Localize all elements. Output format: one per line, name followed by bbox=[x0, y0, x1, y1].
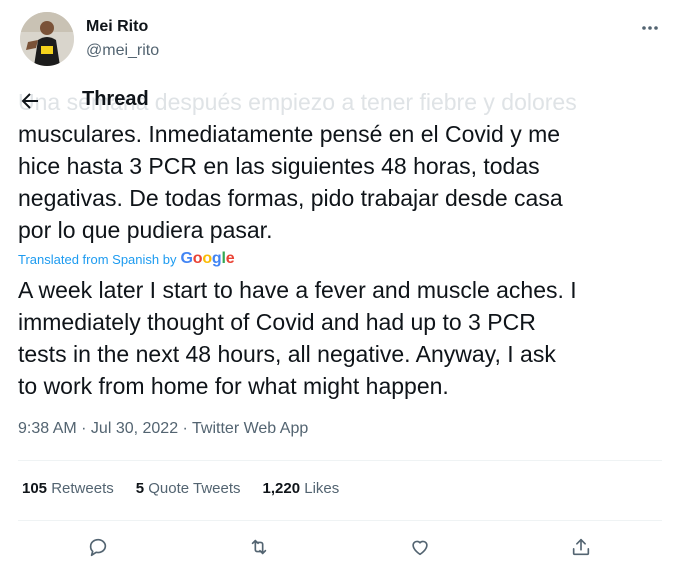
google-logo: Google bbox=[180, 250, 235, 267]
heart-icon[interactable] bbox=[407, 534, 433, 560]
translation-line: immediately thought of Covid and had up … bbox=[18, 309, 536, 335]
likes-count: 1,220 bbox=[262, 480, 301, 497]
share-icon[interactable] bbox=[568, 534, 594, 560]
original-line: musculares. Inmediatamente pensé en el C… bbox=[18, 121, 561, 147]
quotes-label: Quote Tweets bbox=[148, 480, 241, 497]
page-title: Thread bbox=[82, 88, 149, 110]
translation-line: A week later I start to have a fever and… bbox=[18, 277, 577, 303]
quotes-count: 5 bbox=[135, 480, 145, 497]
retweets-stat[interactable]: 105 Retweets bbox=[22, 480, 114, 497]
likes-stat[interactable]: 1,220 Likes bbox=[263, 480, 340, 497]
avatar[interactable] bbox=[20, 12, 74, 66]
likes-label: Likes bbox=[304, 480, 340, 497]
tweet-actions bbox=[18, 532, 662, 562]
translation-line: tests in the next 48 hours, all negative… bbox=[18, 341, 556, 367]
translation-notice[interactable]: Translated from Spanish by Google bbox=[18, 250, 235, 268]
author-handle[interactable]: @mei_rito bbox=[86, 42, 159, 60]
reply-icon[interactable] bbox=[85, 534, 111, 560]
translation-line: to work from home for what might happen. bbox=[18, 373, 449, 399]
thread-header: Thread bbox=[0, 86, 680, 116]
tweet-stats: 105 Retweets 5 Quote Tweets 1,220 Likes bbox=[22, 480, 339, 497]
retweets-count: 105 bbox=[22, 480, 48, 497]
divider bbox=[18, 460, 662, 461]
divider bbox=[18, 520, 662, 521]
tweet-translation: A week later I start to have a fever and… bbox=[18, 274, 668, 402]
arrow-left-icon[interactable] bbox=[18, 89, 42, 113]
quotes-stat[interactable]: 5 Quote Tweets bbox=[136, 480, 241, 497]
original-line: hice hasta 3 PCR en las siguientes 48 ho… bbox=[18, 153, 540, 179]
original-line: negativas. De todas formas, pido trabaja… bbox=[18, 185, 563, 211]
tweet-author: Mei Rito @mei_rito bbox=[18, 12, 662, 72]
translated-label: Translated from Spanish by bbox=[18, 251, 177, 267]
tweet-timestamp[interactable]: 9:38 AM · Jul 30, 2022 · Twitter Web App bbox=[18, 420, 308, 438]
retweets-label: Retweets bbox=[51, 480, 114, 497]
more-dots-icon[interactable] bbox=[638, 16, 662, 40]
author-name[interactable]: Mei Rito bbox=[86, 18, 148, 36]
original-line: por lo que pudiera pasar. bbox=[18, 217, 273, 243]
retweet-icon[interactable] bbox=[246, 534, 272, 560]
